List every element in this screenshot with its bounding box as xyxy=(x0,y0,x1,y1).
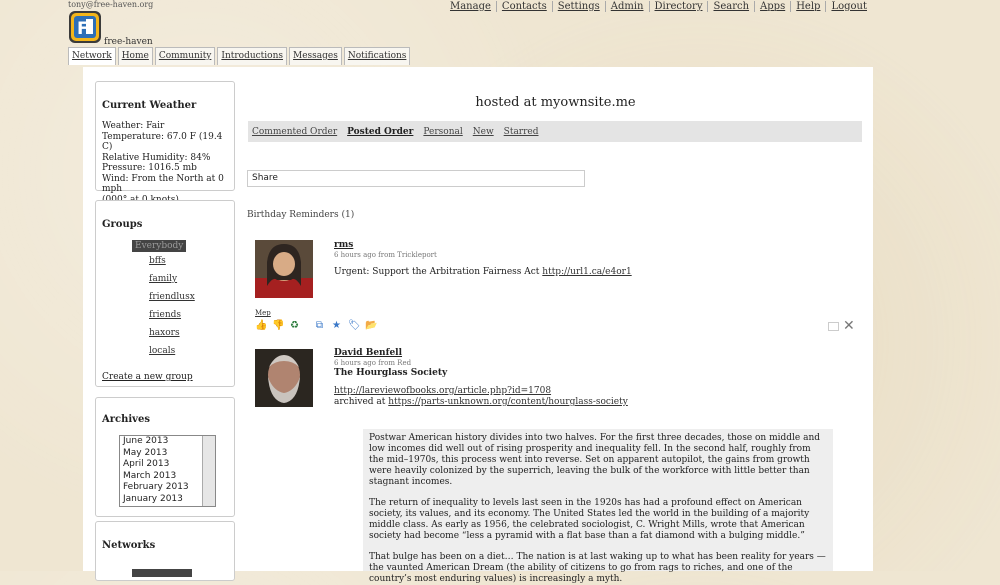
site-logo-icon[interactable]: F xyxy=(68,10,102,44)
birthday-reminders[interactable]: Birthday Reminders (1) xyxy=(247,210,354,220)
tab-posted-order[interactable]: Posted Order xyxy=(347,127,413,137)
tab-notifications[interactable]: Notifications xyxy=(343,47,411,65)
archive-option[interactable]: March 2013 xyxy=(120,471,215,483)
group-item-bffs[interactable]: bffs xyxy=(149,252,234,270)
archive-option[interactable]: February 2013 xyxy=(120,482,215,494)
group-item-friends[interactable]: friends xyxy=(149,306,234,324)
weather-widget: Current Weather Weather: Fair Temperatur… xyxy=(95,81,235,205)
group-item-friendlusx[interactable]: friendlusx xyxy=(149,288,234,306)
weather-line: Weather: Fair xyxy=(102,121,165,131)
nav-manage[interactable]: Manage xyxy=(445,1,497,12)
avatar[interactable] xyxy=(255,349,313,407)
archives-widget: Archives June 2013 May 2013 April 2013 M… xyxy=(95,397,235,517)
close-icon[interactable]: ✕ xyxy=(843,318,855,334)
weather-line: Relative Humidity: 84% xyxy=(102,152,211,163)
mep-link[interactable]: Mep xyxy=(255,309,271,317)
weather-title: Current Weather xyxy=(102,100,197,111)
archive-option[interactable]: April 2013 xyxy=(120,459,215,471)
tab-commented-order[interactable]: Commented Order xyxy=(252,127,337,137)
archived-link[interactable]: https://parts-unknown.org/content/hourgl… xyxy=(388,397,628,407)
archive-listbox[interactable]: June 2013 May 2013 April 2013 March 2013… xyxy=(119,435,216,507)
archive-option[interactable]: May 2013 xyxy=(120,448,215,460)
archives-title: Archives xyxy=(102,414,150,425)
archived-prefix: archived at xyxy=(334,397,389,407)
page-content: Current Weather Weather: Fair Temperatur… xyxy=(83,67,873,584)
nav-directory[interactable]: Directory xyxy=(650,1,709,12)
create-group-link[interactable]: Create a new group xyxy=(102,372,193,382)
tab-messages[interactable]: Messages xyxy=(289,47,342,65)
nav-help[interactable]: Help xyxy=(791,1,827,12)
post-author[interactable]: rms xyxy=(334,240,353,250)
networks-title: Networks xyxy=(102,540,156,551)
nav-admin[interactable]: Admin xyxy=(606,1,650,12)
nav-apps[interactable]: Apps xyxy=(755,1,792,12)
quote-paragraph: That bulge has been on a diet… The natio… xyxy=(369,552,826,584)
archive-option[interactable]: January 2013 xyxy=(120,494,215,506)
tab-network[interactable]: Network xyxy=(68,47,116,65)
share-recycle-icon[interactable]: ♻ xyxy=(289,320,300,331)
user-email: tony@free-haven.org xyxy=(68,0,154,9)
tab-community[interactable]: Community xyxy=(154,47,216,65)
nav-logout[interactable]: Logout xyxy=(826,1,872,12)
tab-home[interactable]: Home xyxy=(117,47,153,65)
quote-paragraph: The return of inequality to levels last … xyxy=(369,498,810,541)
post-text: Urgent: Support the Arbitration Fairness… xyxy=(334,267,543,277)
network-all-button[interactable] xyxy=(132,569,192,577)
post-meta: 6 hours ago from Red xyxy=(334,359,412,367)
share-input[interactable]: Share xyxy=(247,170,585,187)
weather-line: Pressure: 1016.5 mb xyxy=(102,163,197,173)
folder-icon[interactable]: 📂 xyxy=(365,320,377,331)
top-nav: Manage Contacts Settings Admin Directory… xyxy=(445,1,872,12)
select-checkbox[interactable] xyxy=(828,322,839,331)
nav-search[interactable]: Search xyxy=(708,1,756,12)
post-link: http://lareviewofbooks.org/article.php?i… xyxy=(334,386,551,396)
networks-widget: Networks xyxy=(95,521,235,581)
archived-line: archived at https://parts-unknown.org/co… xyxy=(334,397,628,407)
group-item-haxors[interactable]: haxors xyxy=(149,324,234,342)
group-item-family[interactable]: family xyxy=(149,270,234,288)
like-icon[interactable]: 👍 xyxy=(255,320,267,331)
blockquote: Postwar American history divides into tw… xyxy=(363,429,833,584)
page-title: hosted at myownsite.me xyxy=(475,95,636,110)
weather-line: Temperature: 67.0 F (19.4 C) xyxy=(102,131,223,153)
weather-line: Wind: From the North at 0 mph xyxy=(102,173,224,195)
post-link-url[interactable]: http://lareviewofbooks.org/article.php?i… xyxy=(334,386,551,396)
group-item-locals[interactable]: locals xyxy=(149,342,234,360)
post-title: The Hourglass Society xyxy=(334,368,448,378)
expand-icon[interactable]: ⧉ xyxy=(314,320,325,331)
post-meta: 6 hours ago from Trickleport xyxy=(334,251,437,259)
dislike-icon[interactable]: 👎 xyxy=(272,320,284,331)
groups-title: Groups xyxy=(102,219,143,230)
archive-scrollbar[interactable] xyxy=(202,436,215,506)
avatar[interactable] xyxy=(255,240,313,298)
site-name: free-haven xyxy=(104,37,153,47)
post-actions: 👍 👎 ♻ ⧉ ★ 🏷 📂 xyxy=(255,320,377,331)
nav-contacts[interactable]: Contacts xyxy=(497,1,553,12)
post-link[interactable]: http://url1.ca/e4or1 xyxy=(542,267,631,277)
star-icon[interactable]: ★ xyxy=(331,320,342,331)
post-body: Urgent: Support the Arbitration Fairness… xyxy=(334,267,632,277)
sort-tabs: Commented Order Posted Order Personal Ne… xyxy=(248,121,862,142)
group-everybody[interactable]: Everybody xyxy=(132,240,187,252)
main-tabs: Network Home Community Introductions Mes… xyxy=(68,47,411,65)
groups-widget: Groups Everybody bffs family friendlusx … xyxy=(95,200,235,387)
nav-settings[interactable]: Settings xyxy=(553,1,606,12)
tab-personal[interactable]: Personal xyxy=(423,127,462,137)
quote-paragraph: Postwar American history divides into tw… xyxy=(369,433,821,487)
archive-option[interactable]: June 2013 xyxy=(120,436,215,448)
tag-icon[interactable]: 🏷 xyxy=(348,320,361,331)
post-author[interactable]: David Benfell xyxy=(334,348,402,358)
tab-new[interactable]: New xyxy=(473,127,494,137)
tab-introductions[interactable]: Introductions xyxy=(217,47,288,65)
tab-starred[interactable]: Starred xyxy=(504,127,539,137)
